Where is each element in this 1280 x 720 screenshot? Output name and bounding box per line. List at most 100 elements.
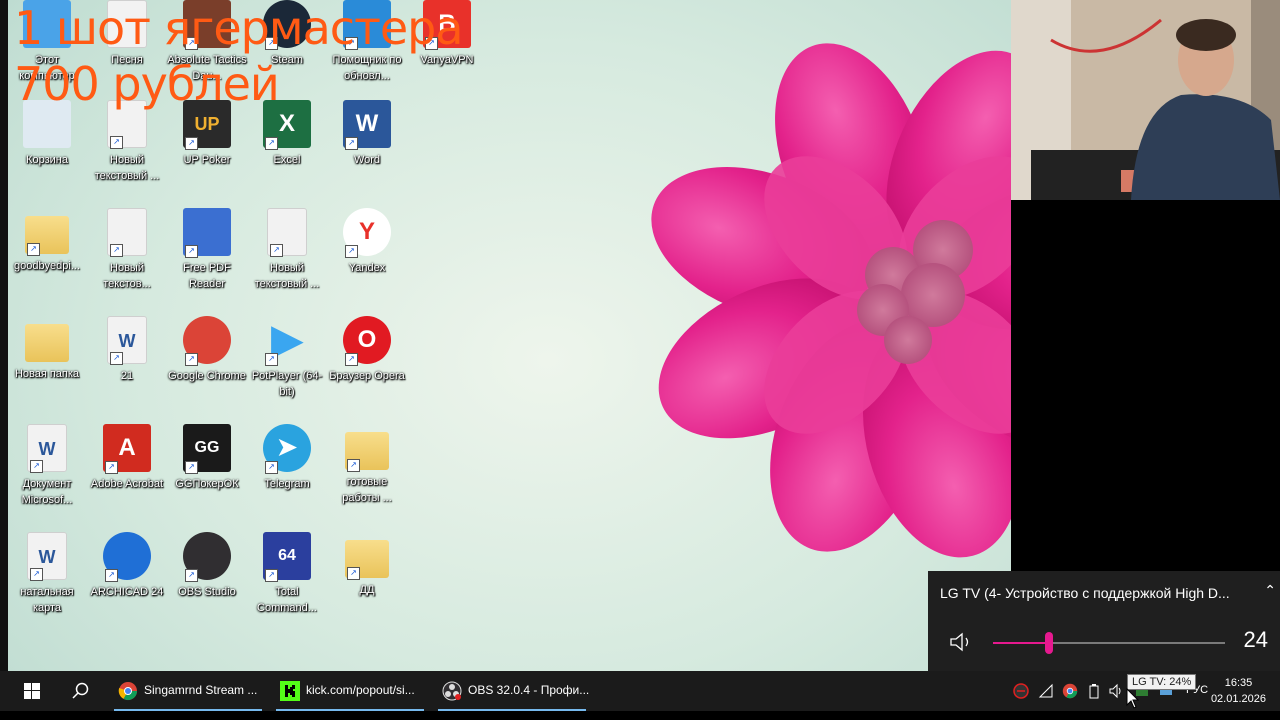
desktop-icon-label: Браузер Opera [329, 370, 405, 382]
desktop-icon[interactable]: W ↗ Документ Microsof... [7, 424, 87, 528]
chrome-icon [118, 682, 137, 701]
shortcut-arrow-icon: ↗ [27, 243, 40, 256]
desktop-icon[interactable]: ↗ Новый текстовый ... [247, 208, 327, 312]
desktop-icon[interactable]: UP ↗ UP Poker [167, 100, 247, 204]
desktop-icon[interactable]: ➤ ↗ Telegram [247, 424, 327, 528]
desktop-icon[interactable]: ↗ ARCHICAD 24 [87, 532, 167, 636]
shortcut-arrow-icon: ↗ [345, 353, 358, 366]
volume-tray-icon[interactable] [1108, 683, 1124, 699]
volume-slider-fill [993, 642, 1049, 644]
desktop-icon-label: натальная карта [20, 586, 74, 614]
shortcut-arrow-icon: ↗ [270, 244, 283, 257]
taskbar-item-label: Singamrnd Stream ... [144, 683, 258, 697]
shortcut-arrow-icon: ↗ [347, 459, 360, 472]
desktop-icon[interactable]: W ↗ Word [327, 100, 407, 204]
desktop-icon[interactable]: ↗ Новый текстовый ... [87, 100, 167, 204]
folder-icon: ↗ [345, 540, 389, 580]
desktop-icon[interactable]: W ↗ 21 [87, 316, 167, 420]
desktop-icon[interactable]: ↗ Free PDF Reader [167, 208, 247, 312]
mouse-cursor-icon [1126, 688, 1140, 709]
shortcut-arrow-icon: ↗ [185, 137, 198, 150]
folder-icon: ↗ [345, 432, 389, 472]
volume-slider-thumb[interactable] [1044, 632, 1053, 654]
desktop-icon[interactable]: 64 ↗ Total Command... [247, 532, 327, 636]
desktop-icon[interactable]: W ↗ натальная карта [7, 532, 87, 636]
folder-icon: ↗ [25, 216, 69, 256]
desktop-icon[interactable]: A ↗ Adobe Acrobat [87, 424, 167, 528]
shortcut-arrow-icon: ↗ [30, 460, 43, 473]
desktop-icon-label: Adobe Acrobat [90, 478, 164, 490]
taskbar-item-obs[interactable]: OBS 32.0.4 - Профи... [434, 671, 590, 711]
desktop-icon-label: Word [353, 154, 381, 166]
clock-date: 02.01.2026 [1210, 693, 1266, 705]
shortcut-arrow-icon: ↗ [345, 137, 358, 150]
overlay-text-line2: 700 рублей [14, 57, 280, 111]
kick-icon [280, 681, 300, 701]
search-icon [72, 682, 89, 699]
taskbar: Singamrnd Stream ... kick.com/popout/si.… [0, 671, 1280, 711]
battery-icon[interactable] [1086, 683, 1102, 699]
shortcut-arrow-icon: ↗ [265, 353, 278, 366]
shortcut-arrow-icon: ↗ [30, 568, 43, 581]
overlay-text-line1: 1 шот ягермастера [14, 1, 464, 55]
desktop-icon[interactable]: ↗ ДД [327, 532, 407, 636]
desktop-icon-label: OBS Studio [178, 586, 236, 598]
search-button[interactable] [60, 671, 100, 711]
desktop-icon[interactable]: Корзина [7, 100, 87, 204]
desktop-icon-label: ДД [359, 584, 375, 596]
desktop-icon-label: UP Poker [183, 154, 231, 166]
obs-icon [442, 681, 462, 701]
desktop-icon[interactable]: ↗ goodbyedpi... [7, 208, 87, 312]
word-icon: W ↗ [343, 100, 391, 150]
shortcut-arrow-icon: ↗ [265, 569, 278, 582]
speaker-icon[interactable] [948, 631, 976, 653]
desktop-icon-label: goodbyedpi... [13, 260, 81, 272]
desktop-icon[interactable]: ↗ Google Chrome [167, 316, 247, 420]
desktop-icon-label: Корзина [26, 154, 68, 166]
chevron-up-icon[interactable]: ⌃ [1264, 583, 1276, 599]
desktop-icon-label: Новая папка [14, 368, 80, 380]
start-button[interactable] [12, 671, 52, 711]
shortcut-arrow-icon: ↗ [110, 244, 123, 257]
desktop-icon[interactable]: ▶ ↗ PotPlayer (64-bit) [247, 316, 327, 420]
acrobat-icon: A ↗ [103, 424, 151, 474]
taskbar-item-chrome[interactable]: Singamrnd Stream ... [110, 671, 266, 711]
desktop-icon[interactable]: X ↗ Excel [247, 100, 327, 204]
desktop-icon[interactable]: Новая папка [7, 316, 87, 420]
desktop-icon-label: 21 [120, 370, 134, 382]
desktop-icon[interactable]: GG ↗ GGПокерОК [167, 424, 247, 528]
shortcut-arrow-icon: ↗ [105, 461, 118, 474]
telegram-icon: ➤ ↗ [263, 424, 311, 474]
desktop-icon-label: готовые работы ... [342, 476, 392, 504]
total-commander-icon: 64 ↗ [263, 532, 311, 582]
network-icon[interactable] [1038, 683, 1054, 699]
vpn-tray-icon[interactable] [1013, 683, 1029, 699]
shortcut-arrow-icon: ↗ [110, 136, 123, 149]
desktop-icon-label: Новый текстовый ... [94, 154, 160, 182]
volume-flyout: LG TV (4- Устройство с поддержкой High D… [928, 571, 1280, 671]
shortcut-arrow-icon: ↗ [185, 353, 198, 366]
desktop-icon-label: Free PDF Reader [183, 262, 231, 290]
archicad-icon: ↗ [103, 532, 151, 582]
text-file-icon: ↗ [267, 208, 307, 257]
chrome-icon: ↗ [183, 316, 231, 366]
volume-slider[interactable] [993, 632, 1225, 654]
word-doc-icon: W ↗ [27, 424, 67, 473]
volume-value: 24 [1243, 627, 1268, 652]
shortcut-arrow-icon: ↗ [265, 137, 278, 150]
desktop-icon[interactable]: ↗ OBS Studio [167, 532, 247, 636]
clock[interactable]: 16:35 02.01.2026 [1211, 675, 1266, 707]
desktop-icon[interactable]: ↗ Новый текстов... [87, 208, 167, 312]
taskbar-item-kick[interactable]: kick.com/popout/si... [272, 671, 428, 711]
shortcut-arrow-icon: ↗ [265, 461, 278, 474]
shortcut-arrow-icon: ↗ [110, 352, 123, 365]
desktop-icon-label: GGПокерОК [175, 478, 239, 490]
chrome-tray-icon[interactable] [1062, 683, 1078, 699]
desktop-icon[interactable]: Y ↗ Yandex [327, 208, 407, 312]
pdf-reader-icon: ↗ [183, 208, 231, 258]
desktop-icon-label: Документ Microsof... [21, 478, 73, 506]
desktop-icon[interactable]: O ↗ Браузер Opera [327, 316, 407, 420]
desktop-icon[interactable]: ↗ готовые работы ... [327, 424, 407, 528]
bottom-border [0, 711, 1280, 720]
audio-device-name[interactable]: LG TV (4- Устройство с поддержкой High D… [940, 585, 1230, 601]
